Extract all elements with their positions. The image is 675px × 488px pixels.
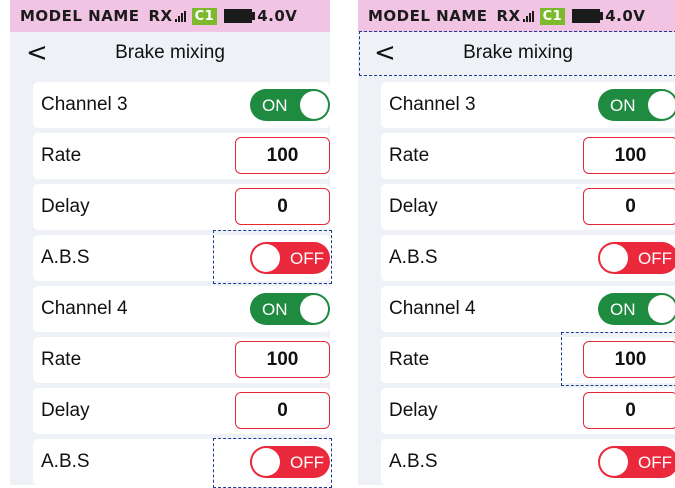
row-label: Channel 3 <box>41 94 128 115</box>
toggle-state: ON <box>610 300 636 319</box>
row-label: A.B.S <box>41 451 90 472</box>
battery-icon <box>572 9 601 23</box>
abs-toggle[interactable]: OFF <box>250 242 330 274</box>
row-label: Channel 3 <box>389 94 476 115</box>
battery-tip <box>252 12 256 20</box>
toggle-state: ON <box>262 96 288 115</box>
delay-value-box[interactable]: 0 <box>583 392 675 429</box>
battery-voltage: 4.0V <box>257 7 298 25</box>
status-bar: MODEL NAME RX C1 4.0V <box>358 0 675 32</box>
channel-badge: C1 <box>539 7 566 25</box>
abs-toggle[interactable]: OFF <box>598 242 675 274</box>
screen-header: < Brake mixing <box>358 32 675 74</box>
delay-row: Delay 0 <box>33 184 330 230</box>
row-label: Rate <box>41 349 82 370</box>
rate-row: Rate 100 <box>33 133 330 179</box>
row-label: Channel 4 <box>389 298 476 319</box>
channel-3-row: Channel 3 ON <box>381 82 675 128</box>
abs-row: A.B.S OFF <box>33 235 330 281</box>
model-name: MODEL NAME <box>20 7 140 25</box>
abs-toggle[interactable]: OFF <box>598 446 675 478</box>
row-label: Channel 4 <box>41 298 128 319</box>
battery-tip <box>600 12 604 20</box>
receiver-label: RX <box>148 7 173 25</box>
rate-row: Rate 100 <box>33 337 330 383</box>
toggle-state: OFF <box>638 249 672 268</box>
signal-bars-icon <box>174 10 186 22</box>
abs-toggle[interactable]: OFF <box>250 446 330 478</box>
screen-header: < Brake mixing <box>10 32 330 74</box>
screen-left: MODEL NAME RX C1 4.0V < Brake mixing Cha… <box>10 0 330 485</box>
toggle-knob <box>252 244 280 272</box>
abs-row: A.B.S OFF <box>33 439 330 485</box>
row-label: A.B.S <box>389 451 438 472</box>
status-bar: MODEL NAME RX C1 4.0V <box>10 0 330 32</box>
delay-row: Delay 0 <box>33 388 330 434</box>
channel-3-row: Channel 3 ON <box>33 82 330 128</box>
channel-3-toggle[interactable]: ON <box>250 89 330 121</box>
channel-4-row: Channel 4 ON <box>381 286 675 332</box>
signal-bars-icon <box>522 10 534 22</box>
chevron-left-icon[interactable]: < <box>374 39 396 67</box>
channel-badge: C1 <box>191 7 218 25</box>
screen-right: MODEL NAME RX C1 4.0V < Brake mixing Cha… <box>358 0 675 485</box>
delay-value-box[interactable]: 0 <box>235 392 330 429</box>
toggle-knob <box>600 244 628 272</box>
row-label: Rate <box>41 145 82 166</box>
toggle-knob <box>600 448 628 476</box>
channel-4-toggle[interactable]: ON <box>250 293 330 325</box>
rate-value-box[interactable]: 100 <box>583 341 675 378</box>
rate-row: Rate 100 <box>381 337 675 383</box>
delay-row: Delay 0 <box>381 388 675 434</box>
row-label: Delay <box>389 400 438 421</box>
battery-icon <box>224 9 253 23</box>
toggle-knob <box>300 295 328 323</box>
abs-row: A.B.S OFF <box>381 235 675 281</box>
abs-row: A.B.S OFF <box>381 439 675 485</box>
toggle-state: OFF <box>290 249 324 268</box>
row-label: Rate <box>389 349 430 370</box>
delay-value-box[interactable]: 0 <box>583 188 675 225</box>
toggle-knob <box>648 295 675 323</box>
channel-4-toggle[interactable]: ON <box>598 293 675 325</box>
toggle-knob <box>252 448 280 476</box>
toggle-knob <box>648 91 675 119</box>
row-label: Delay <box>41 196 90 217</box>
row-label: Delay <box>41 400 90 421</box>
page-title: Brake mixing <box>115 42 225 63</box>
battery-voltage: 4.0V <box>605 7 646 25</box>
rate-value-box[interactable]: 100 <box>583 137 675 174</box>
toggle-knob <box>300 91 328 119</box>
channel-4-row: Channel 4 ON <box>33 286 330 332</box>
model-name: MODEL NAME <box>368 7 488 25</box>
toggle-state: OFF <box>290 453 324 472</box>
receiver-label: RX <box>496 7 521 25</box>
chevron-left-icon[interactable]: < <box>26 39 48 67</box>
toggle-state: ON <box>262 300 288 319</box>
row-label: Rate <box>389 145 430 166</box>
page-title: Brake mixing <box>463 42 573 63</box>
row-label: A.B.S <box>389 247 438 268</box>
rate-row: Rate 100 <box>381 133 675 179</box>
toggle-state: OFF <box>638 453 672 472</box>
delay-value-box[interactable]: 0 <box>235 188 330 225</box>
row-label: Delay <box>389 196 438 217</box>
rate-value-box[interactable]: 100 <box>235 137 330 174</box>
row-label: A.B.S <box>41 247 90 268</box>
channel-3-toggle[interactable]: ON <box>598 89 675 121</box>
rate-value-box[interactable]: 100 <box>235 341 330 378</box>
delay-row: Delay 0 <box>381 184 675 230</box>
toggle-state: ON <box>610 96 636 115</box>
